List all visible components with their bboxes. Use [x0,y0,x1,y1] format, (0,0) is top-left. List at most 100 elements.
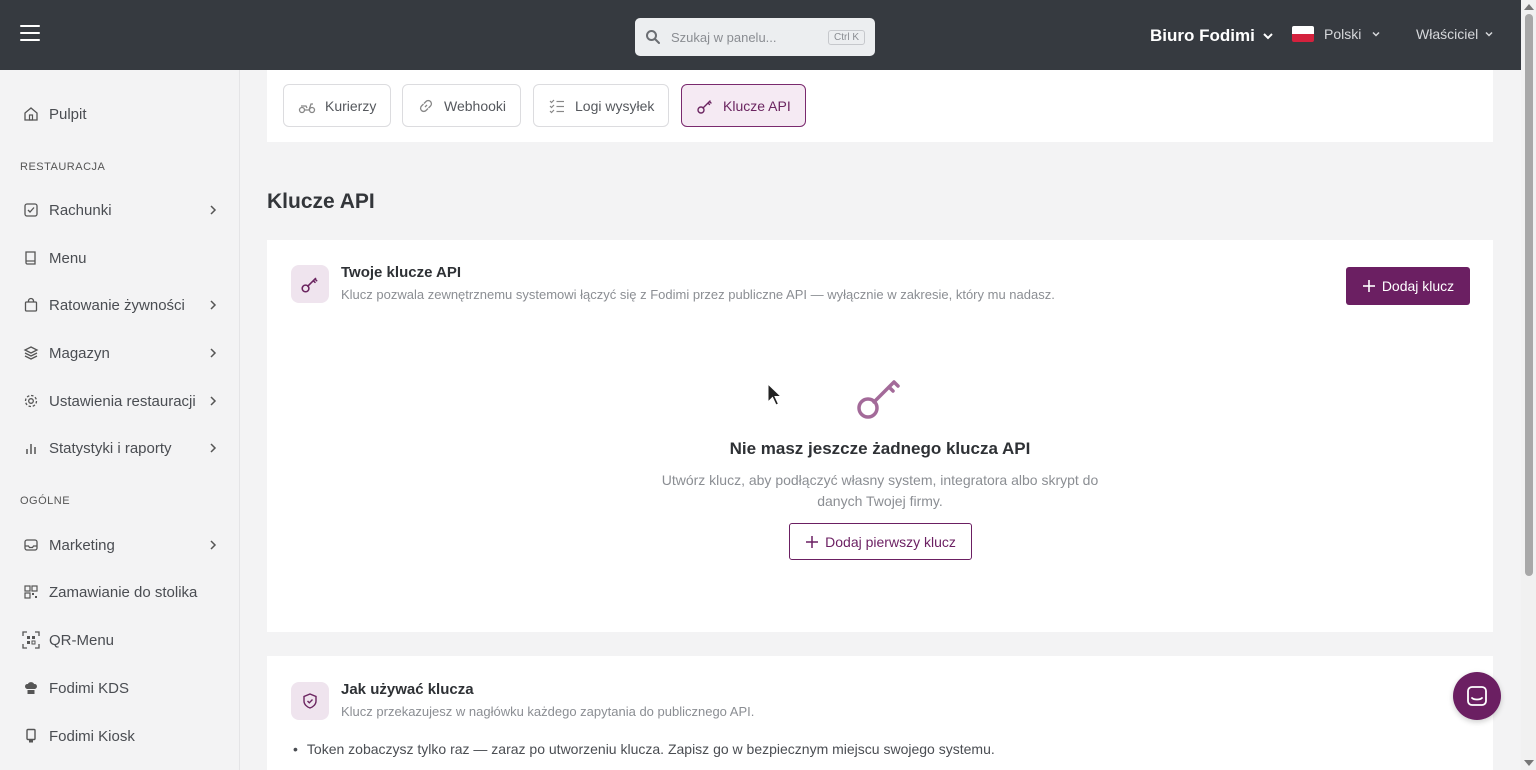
shield-check-icon [291,682,329,720]
scooter-icon [298,102,316,113]
empty-state-text: Utwórz klucz, aby podłączyć własny syste… [661,472,1099,509]
sidebar-item-label: Pulpit [49,105,87,123]
book-icon [22,249,40,267]
bar-chart-icon [22,439,40,457]
chevron-right-icon [210,300,217,310]
add-first-key-button[interactable]: Dodaj pierwszy klucz [789,523,972,560]
gear-icon [22,392,40,410]
sidebar-item-statystyki-i-raporty[interactable]: Statystyki i raporty [22,436,222,460]
sidebar-item-menu[interactable]: Menu [22,246,222,270]
sidebar-item-rachunki[interactable]: Rachunki [22,198,222,222]
section-heading-general: OGÓLNE [20,495,71,507]
sidebar-item-zamawianie-do-stolika[interactable]: Zamawianie do stolika [22,580,222,604]
tab-label: Klucze API [723,97,791,114]
plus-icon [806,535,819,548]
sidebar-item-label: Ratowanie żywności [49,296,185,314]
usage-card: Jak używać klucza Klucz przekazujesz w n… [267,656,1493,770]
add-first-key-label: Dodaj pierwszy klucz [825,533,956,550]
chat-widget-button[interactable] [1453,672,1501,720]
section-heading-restaurant: RESTAURACJA [20,161,106,173]
inbox-icon [22,536,40,554]
company-selector[interactable]: Biuro Fodimi [1150,26,1273,46]
chevron-right-icon [210,540,217,550]
shopping-bag-icon [22,296,40,314]
tab-klucze-api[interactable]: Klucze API [681,84,806,127]
search-shortcut: Ctrl K [828,29,865,45]
chevron-down-icon [1485,31,1493,37]
checklist-icon [549,99,564,113]
sidebar-item-label: Rachunki [49,201,112,219]
user-role-menu[interactable]: Właściciel [1416,26,1494,42]
poland-flag-icon [1292,26,1314,42]
qr-scan-icon [22,631,40,649]
home-icon [22,105,40,123]
sidebar-item-fodimi-kiosk[interactable]: Fodimi Kiosk [22,724,222,748]
sidebar-item-label: Zamawianie do stolika [49,583,198,601]
sidebar-item-pulpit[interactable]: Pulpit [22,102,222,126]
search-input[interactable]: Szukaj w panelu... Ctrl K [635,18,875,56]
page-scrollbar[interactable] [1521,0,1536,770]
role-label: Właściciel [1416,26,1479,42]
sidebar-item-label: Fodimi KDS [49,679,130,697]
chevron-down-icon [1372,31,1380,37]
chevron-right-icon [210,205,217,215]
top-bar: Szukaj w panelu... Ctrl K Biuro Fodimi P… [0,0,1536,70]
company-name: Biuro Fodimi [1150,26,1255,45]
sidebar-item-ratowanie-zywnosci[interactable]: Ratowanie żywności [22,293,222,317]
plus-icon [1362,280,1375,292]
sidebar: Pulpit RESTAURACJA Rachunki Menu Ratowan… [0,70,240,770]
sidebar-item-label: Ustawienia restauracji [49,392,196,410]
sidebar-item-label: Menu [49,249,87,267]
mouse-cursor-icon [767,383,783,406]
tab-label: Logi wysyłek [575,97,655,114]
add-key-label: Dodaj klucz [1381,278,1455,294]
key-icon [291,265,329,303]
card-subtitle: Klucz przekazujesz w nagłówku każdego za… [341,704,755,719]
language-label: Polski [1324,26,1362,42]
chevron-right-icon [210,348,217,358]
chevron-down-icon [1263,33,1273,40]
chat-icon [1467,686,1487,706]
tab-kurierzy[interactable]: Kurierzy [283,84,392,127]
qr-code-icon [22,583,40,601]
api-keys-card: Twoje klucze API Klucz pozwala zewnętrzn… [267,240,1493,632]
sidebar-item-ustawienia-restauracji[interactable]: Ustawienia restauracji [22,389,222,413]
sidebar-item-magazyn[interactable]: Magazyn [22,341,222,365]
language-selector[interactable]: Polski [1292,26,1381,42]
menu-icon[interactable] [20,25,40,43]
page-title: Klucze API [267,190,375,213]
chevron-right-icon [210,396,217,406]
sidebar-item-label: QR-Menu [49,631,115,649]
search-placeholder: Szukaj w panelu... [671,29,777,45]
integrations-tabs: Kurierzy Webhooki Logi wysyłek Klucze AP… [267,70,1493,142]
key-icon [697,99,712,114]
sidebar-item-label: Marketing [49,536,115,554]
empty-state-title: Nie masz jeszcze żadnego klucza API [729,439,1031,458]
add-key-button[interactable]: Dodaj klucz [1346,267,1470,305]
sidebar-item-fodimi-kds[interactable]: Fodimi KDS [22,676,222,700]
tab-label: Webhooki [444,97,507,114]
kiosk-icon [22,727,40,745]
sidebar-item-marketing[interactable]: Marketing [22,533,222,557]
card-subtitle: Klucz pozwala zewnętrznemu systemowi łąc… [341,287,1055,302]
scroll-up-arrow-icon[interactable] [1524,4,1534,10]
scrollbar-thumb[interactable] [1525,14,1533,576]
sidebar-item-label: Fodimi Kiosk [49,727,135,745]
tab-logi-wysylek[interactable]: Logi wysyłek [533,84,670,127]
tab-webhooki[interactable]: Webhooki [402,84,522,127]
search-icon [646,30,660,44]
check-square-icon [22,201,40,219]
sidebar-item-qr-menu[interactable]: QR-Menu [22,628,222,652]
tab-label: Kurierzy [325,97,377,114]
key-icon [857,380,900,419]
chef-hat-icon [22,679,40,697]
card-title: Jak używać klucza [341,681,474,698]
usage-bullet: Token zobaczysz tylko raz — zaraz po utw… [293,741,995,757]
chevron-right-icon [210,443,217,453]
layers-icon [22,344,40,362]
sidebar-item-label: Statystyki i raporty [49,439,172,457]
sidebar-item-label: Magazyn [49,344,110,362]
scroll-down-arrow-icon[interactable] [1524,760,1534,766]
link-icon [419,99,433,112]
card-title: Twoje klucze API [341,264,462,281]
